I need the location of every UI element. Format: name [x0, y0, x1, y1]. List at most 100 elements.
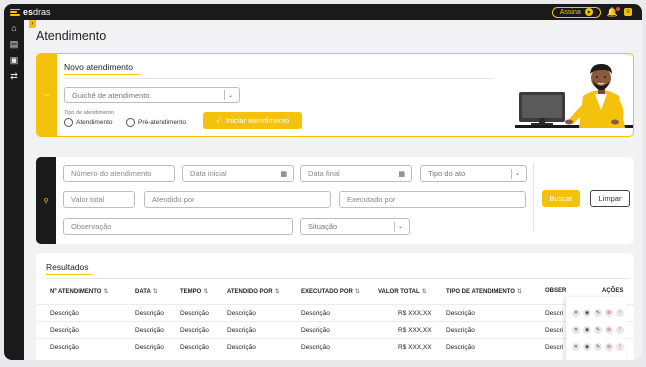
observacao-input[interactable]: Observação [63, 218, 293, 235]
cell: Descrição [180, 327, 209, 334]
data-final-input[interactable]: Data final ▦ [300, 165, 412, 182]
novo-atendimento-card: ⇔ Novo atendimento Guichê de atendimento… [36, 53, 634, 137]
lock-icon: ⇔ [43, 91, 51, 99]
col-tempo[interactable]: TEMPO ⇅ [180, 288, 208, 295]
novo-title-text: Novo atendimento [64, 62, 133, 72]
col-observacao[interactable]: OBSER [545, 288, 566, 294]
cell: Descrição [180, 344, 209, 351]
sort-icon: ⇅ [103, 289, 109, 295]
guiche-placeholder: Guichê de atendimento [72, 90, 150, 100]
tipo-label: Tipo de atendimento [64, 110, 114, 116]
cell: Descrição [227, 327, 256, 334]
radio-circle [64, 118, 73, 127]
atendido-por-placeholder: Atendido por [152, 195, 195, 204]
split-icon[interactable]: ✕ [572, 308, 580, 317]
search-icon: ⚲ [43, 197, 49, 205]
block-icon[interactable]: ⊘ [605, 308, 613, 317]
block-icon[interactable]: ⊘ [605, 325, 613, 334]
table-row[interactable]: Descrição Descrição Descrição Descrição … [36, 338, 634, 355]
col-executado-por[interactable]: EXECUTADO POR ⇅ [301, 288, 360, 295]
top-bar: es dras Assina ▾ 🔔 ≡ [4, 4, 642, 20]
data-final-placeholder: Data final [308, 169, 340, 178]
document-icon[interactable]: ▤ [4, 36, 24, 52]
view-icon[interactable]: ◉ [583, 325, 591, 334]
table-row[interactable]: Descrição Descrição Descrição Descrição … [36, 321, 634, 338]
bell-icon[interactable]: 🔔 [607, 6, 620, 17]
divider [64, 78, 494, 79]
home-icon[interactable]: ⌂ [4, 20, 24, 36]
col-numero[interactable]: Nº ATENDIMENTO ⇅ [50, 288, 108, 295]
calendar-icon[interactable]: ▦ [398, 170, 405, 178]
cell: Descrição [180, 310, 209, 317]
view-icon[interactable]: ◉ [583, 308, 591, 317]
title-underline [64, 73, 140, 75]
cell: Descri [545, 310, 564, 317]
col-label: ATENDIDO POR [227, 289, 273, 295]
block-icon[interactable]: ⊘ [605, 342, 613, 351]
chevron-down-icon: ⌄ [224, 90, 236, 100]
valor-total-input[interactable]: Valor total [63, 191, 135, 208]
sidebar-toggle-icon[interactable]: › [29, 20, 36, 28]
cell: R$ XXX,XX [398, 310, 432, 317]
info-icon[interactable]: ! [616, 308, 624, 317]
split-icon[interactable]: ✕ [572, 342, 580, 351]
edit-icon[interactable]: ✎ [594, 342, 602, 351]
table-row[interactable]: Descrição Descrição Descrição Descrição … [36, 304, 634, 321]
resultados-title: Resultados [46, 262, 92, 275]
col-tipo-atendimento[interactable]: TIPO DE ATENDIMENTO ⇅ [446, 288, 522, 295]
data-inicial-input[interactable]: Data inicial ▦ [182, 165, 294, 182]
col-valor-total[interactable]: VALOR TOTAL ⇅ [378, 288, 427, 295]
iniciar-label: Iniciar atendimento [225, 116, 290, 125]
guiche-select[interactable]: Guichê de atendimento ⌄ [64, 87, 240, 103]
situacao-select[interactable]: Situação ⌄ [300, 218, 410, 235]
menu-icon [10, 8, 20, 16]
attendant-illustration [515, 64, 633, 128]
tipo-ato-select[interactable]: Tipo do ato ⌄ [420, 165, 527, 182]
cell: Descrição [446, 327, 475, 334]
cell: R$ XXX,XX [398, 344, 432, 351]
apps-icon[interactable]: ≡ [624, 8, 632, 16]
novo-title: Novo atendimento [64, 62, 140, 75]
col-acoes: AÇÕES [602, 288, 623, 294]
numero-placeholder: Número do atendimento [71, 169, 152, 178]
radio-atendimento[interactable]: Atendimento [64, 118, 113, 127]
brand-light: dras [33, 7, 51, 17]
view-icon[interactable]: ◉ [583, 342, 591, 351]
split-icon[interactable]: ✕ [572, 325, 580, 334]
logo[interactable]: es dras [10, 7, 51, 17]
iniciar-atendimento-button[interactable]: ✓ Iniciar atendimento [203, 112, 302, 129]
edit-icon[interactable]: ✎ [594, 325, 602, 334]
col-label: OBSER [545, 288, 567, 294]
accent-bar: ⇔ [37, 54, 57, 136]
cell: Descrição [50, 327, 79, 334]
col-label: AÇÕES [602, 288, 624, 294]
col-label: VALOR TOTAL [378, 289, 420, 295]
cell: Descrição [301, 327, 330, 334]
buscar-button[interactable]: Buscar [542, 190, 580, 207]
atendido-por-input[interactable]: Atendido por [144, 191, 331, 208]
data-inicial-placeholder: Data inicial [190, 169, 227, 178]
cell: Descrição [446, 344, 475, 351]
transfer-icon[interactable]: ⇄ [4, 68, 24, 84]
limpar-button[interactable]: Limpar [590, 190, 630, 207]
calendar-icon[interactable]: ▦ [280, 170, 287, 178]
numero-atendimento-input[interactable]: Número do atendimento [63, 165, 175, 182]
edit-icon[interactable]: ✎ [594, 308, 602, 317]
row-actions: ✕ ◉ ✎ ⊘ ! [572, 338, 624, 355]
cell: Descri [545, 344, 564, 351]
situacao-placeholder: Situação [308, 222, 338, 231]
cell: Descrição [227, 344, 256, 351]
cell: Descrição [135, 310, 164, 317]
col-data[interactable]: DATA ⇅ [135, 288, 158, 295]
col-atendido-por[interactable]: ATENDIDO POR ⇅ [227, 288, 280, 295]
resultados-card: Resultados Nº ATENDIMENTO ⇅ DATA ⇅ TEMPO ⇅ … [36, 253, 634, 360]
clipboard-icon[interactable]: ▣ [4, 52, 24, 68]
executado-por-input[interactable]: Executado por [339, 191, 526, 208]
info-icon[interactable]: ! [616, 342, 624, 351]
divider [533, 163, 534, 231]
radio-pre-atendimento[interactable]: Pré-atendimento [126, 118, 186, 127]
info-icon[interactable]: ! [616, 325, 624, 334]
sort-icon: ⇅ [203, 289, 209, 295]
assina-button[interactable]: Assina ▾ [551, 6, 601, 18]
resultados-title-text: Resultados [46, 262, 89, 272]
